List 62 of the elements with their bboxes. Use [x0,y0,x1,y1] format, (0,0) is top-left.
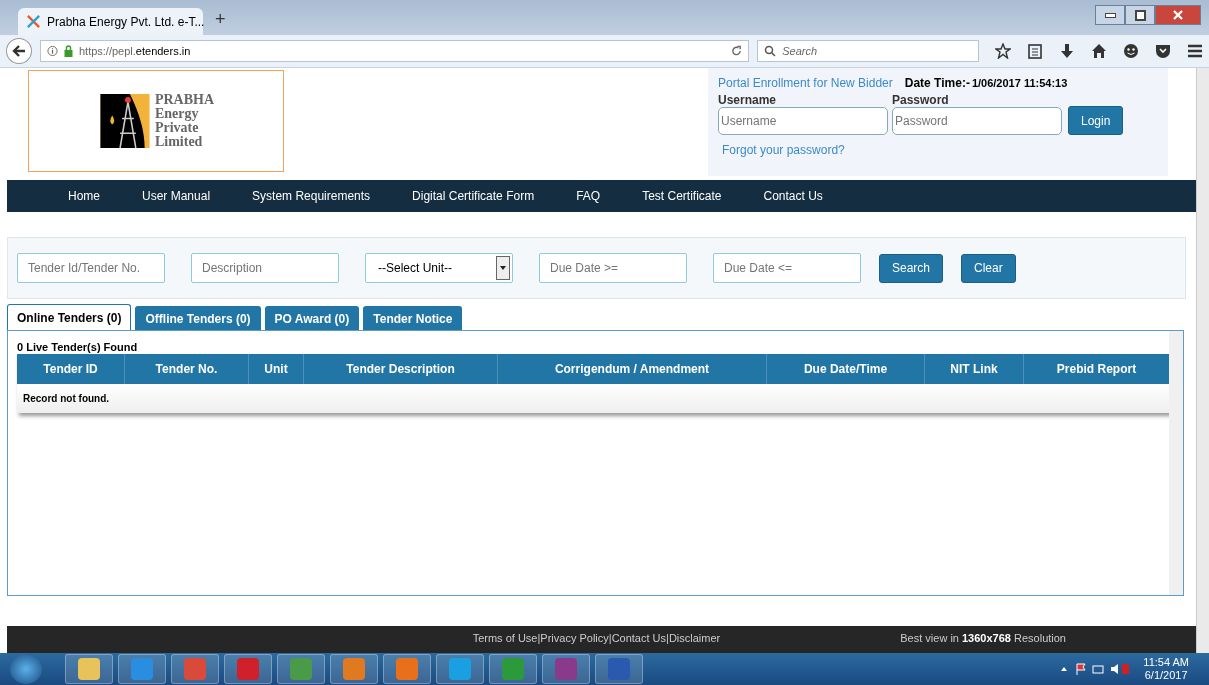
empty-message: Record not found. [17,384,1172,413]
username-label: Username [718,93,778,107]
menu-item[interactable]: Digital Certificate Form [391,189,556,203]
back-arrow-icon [12,45,26,57]
info-icon[interactable] [46,45,58,57]
menu-item[interactable]: FAQ [555,189,622,203]
back-button[interactable] [6,38,32,64]
forgot-password-link[interactable]: Forgot your password? [722,143,1158,157]
description-field[interactable]: Description [191,253,339,283]
unit-dropdown[interactable]: --Select Unit-- [365,253,513,283]
menu-item[interactable]: System Requirements [231,189,392,203]
oil-rig-logo-icon [97,94,152,148]
date-time-value: 1/06/2017 11:54:13 [971,77,1068,89]
menu-icon[interactable] [1187,43,1203,59]
close-window-button[interactable] [1155,5,1201,25]
tender-tab[interactable]: Offline Tenders (0) [135,306,261,330]
pocket-icon[interactable] [1155,43,1171,59]
search-button[interactable]: Search [879,253,944,283]
search-icon [764,45,777,57]
browser-tab[interactable]: Prabha Energy Pvt. Ltd. e-T... [18,8,203,35]
logo-text: PRABHA Energy Private Limited [154,93,215,149]
password-label: Password [892,93,950,107]
clear-button[interactable]: Clear [961,253,1016,283]
password-field[interactable]: Password [892,107,1062,135]
menu-item[interactable]: Test Certificate [621,189,743,203]
tray-icons[interactable] [1059,662,1130,676]
username-field[interactable]: Username [718,107,888,135]
download-icon[interactable] [1059,43,1075,59]
new-tab-button[interactable]: + [215,9,226,30]
restore-button[interactable] [1125,5,1155,25]
due-date-to-field[interactable]: Due Date <= [713,253,861,283]
due-date-from-field[interactable]: Due Date >= [539,253,687,283]
resolution-note: Best view in 1360x768 Resolution [900,632,1066,644]
tender-tab[interactable]: PO Award (0) [264,306,360,330]
caret-icon [500,266,506,270]
menu-item[interactable]: Contact Us [742,189,844,203]
tender-id-field[interactable]: Tender Id/Tender No. [17,253,165,283]
footer-links[interactable]: Terms of Use|Privacy Policy|Contact Us|Disclaimer [472,632,721,644]
menu-item[interactable]: User Manual [121,189,232,203]
menu-item[interactable]: Home [47,189,121,203]
home-icon[interactable] [1091,43,1107,59]
minimize-button[interactable] [1095,5,1125,25]
date-time-label: Date Time:- [904,76,970,90]
url-text: https://pepl.etenders.in [78,45,192,57]
tender-tab[interactable]: Tender Notice [363,306,463,330]
results-count: 0 Live Tender(s) Found [17,341,139,354]
reload-icon[interactable] [731,45,743,57]
login-button[interactable]: Login [1068,106,1124,135]
panel-scrollbar[interactable] [1169,331,1183,595]
reading-list-icon[interactable] [1027,43,1043,59]
x-logo-icon [26,14,41,29]
enrollment-link[interactable]: Portal Enrollment for New Bidder [718,76,893,90]
close-icon [1173,10,1183,20]
clock[interactable]: 11:54 AM 6/1/2017 [1143,656,1189,682]
start-button[interactable] [10,654,42,684]
search-field[interactable]: Search [757,40,979,62]
page-scrollbar[interactable] [1196,68,1209,653]
smiley-icon[interactable] [1123,43,1139,59]
lock-icon [62,45,74,57]
address-bar[interactable]: https://pepl.etenders.in [39,40,750,62]
star-icon[interactable] [995,43,1011,59]
tender-tab[interactable]: Online Tenders (0) [7,304,132,330]
